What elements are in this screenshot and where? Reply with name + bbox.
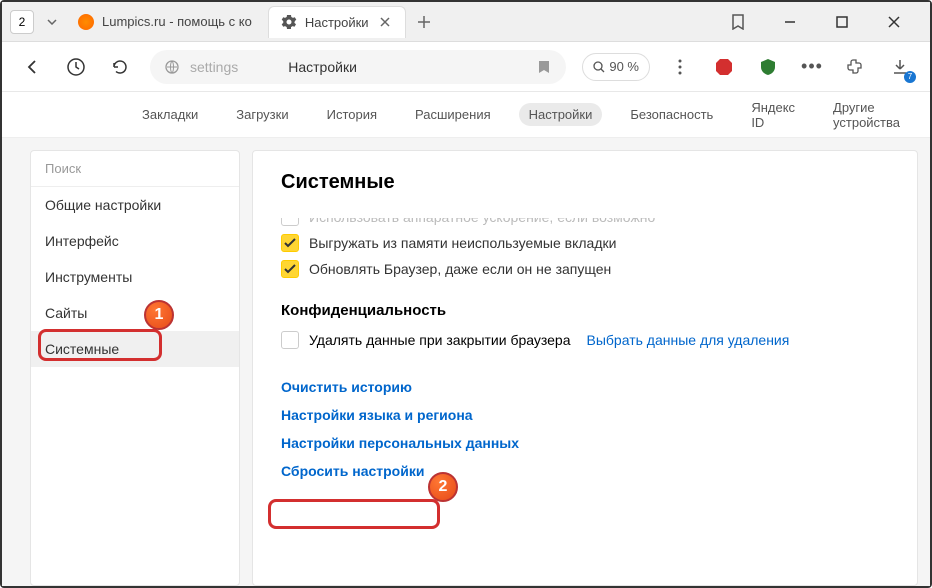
new-tab-button[interactable] (410, 8, 438, 36)
settings-tab-yandexid[interactable]: Яндекс ID (741, 96, 805, 134)
settings-tab-settings[interactable]: Настройки (519, 103, 603, 126)
content: Поиск Общие настройки Интерфейс Инструме… (2, 138, 930, 586)
tab-dropdown[interactable] (42, 12, 62, 32)
settings-tab-devices[interactable]: Другие устройства (823, 96, 914, 134)
bookmark-icon[interactable] (536, 59, 552, 75)
yandex-button[interactable] (62, 53, 90, 81)
more-icon[interactable]: ••• (798, 53, 826, 81)
checkbox-label: Использовать аппаратное ускорение, если … (309, 209, 655, 225)
settings-nav: Закладки Загрузки История Расширения Нас… (2, 92, 930, 138)
settings-tab-bookmarks[interactable]: Закладки (132, 103, 208, 126)
lumpics-favicon-icon (78, 14, 94, 30)
checkbox-label: Удалять данные при закрытии браузера (309, 332, 571, 348)
section-title-system: Системные (281, 171, 889, 194)
sidebar-item-general[interactable]: Общие настройки (31, 187, 239, 223)
download-badge: 7 (904, 71, 916, 83)
checkbox-icon[interactable] (281, 208, 299, 226)
section-title-privacy: Конфиденциальность (281, 302, 889, 319)
settings-tab-extensions[interactable]: Расширения (405, 103, 501, 126)
sidebar: Поиск Общие настройки Интерфейс Инструме… (30, 150, 240, 586)
link-reset-settings[interactable]: Сбросить настройки (281, 463, 424, 479)
tab-lumpics[interactable]: Lumpics.ru - помощь с ко (66, 6, 264, 38)
close-button[interactable] (878, 6, 910, 38)
settings-tab-history[interactable]: История (317, 103, 387, 126)
checkbox-row-unload: Выгружать из памяти неиспользуемые вклад… (281, 234, 889, 252)
tab-bar: 2 Lumpics.ru - помощь с ко Настройки (2, 2, 930, 42)
checkbox-icon[interactable] (281, 331, 299, 349)
reload-button[interactable] (106, 53, 134, 81)
toolbar: settings Настройки 90 % ••• 7 (2, 42, 930, 92)
page-title: Настройки (288, 59, 357, 75)
maximize-button[interactable] (826, 6, 858, 38)
bookmarks-icon[interactable] (722, 6, 754, 38)
shield-icon[interactable] (754, 53, 782, 81)
checkbox-label: Выгружать из памяти неиспользуемые вклад… (309, 235, 616, 251)
tab-title: Настройки (305, 15, 369, 30)
menu-dots[interactable] (666, 53, 694, 81)
gear-icon (281, 14, 297, 30)
extensions-icon[interactable] (842, 53, 870, 81)
sidebar-search[interactable]: Поиск (31, 151, 239, 187)
sidebar-item-sites[interactable]: Сайты (31, 295, 239, 331)
settings-panel: Системные Использовать аппаратное ускоре… (252, 150, 918, 586)
checkbox-row-hw: Использовать аппаратное ускорение, если … (281, 208, 889, 226)
sidebar-item-system[interactable]: Системные (31, 331, 239, 367)
link-personal-data[interactable]: Настройки персональных данных (281, 435, 519, 451)
tab-counter[interactable]: 2 (10, 10, 34, 34)
zoom-value: 90 % (609, 59, 639, 74)
settings-tab-downloads[interactable]: Загрузки (226, 103, 298, 126)
link-clear-history[interactable]: Очистить историю (281, 379, 412, 395)
minimize-button[interactable] (774, 6, 806, 38)
address-bar[interactable]: settings Настройки (150, 50, 566, 84)
link-language[interactable]: Настройки языка и региона (281, 407, 473, 423)
tab-title: Lumpics.ru - помощь с ко (102, 14, 252, 29)
back-button[interactable] (18, 53, 46, 81)
link-choose-data[interactable]: Выбрать данные для удаления (587, 332, 790, 348)
checkbox-icon[interactable] (281, 234, 299, 252)
checkbox-row-update: Обновлять Браузер, даже если он не запущ… (281, 260, 889, 278)
zoom-indicator[interactable]: 90 % (582, 53, 650, 81)
close-icon[interactable] (377, 14, 393, 30)
adblock-icon[interactable] (710, 53, 738, 81)
sidebar-item-tools[interactable]: Инструменты (31, 259, 239, 295)
tab-settings[interactable]: Настройки (268, 6, 406, 38)
downloads-icon[interactable]: 7 (886, 53, 914, 81)
checkbox-icon[interactable] (281, 260, 299, 278)
site-icon (164, 59, 180, 75)
checkbox-label: Обновлять Браузер, даже если он не запущ… (309, 261, 611, 277)
settings-tab-security[interactable]: Безопасность (620, 103, 723, 126)
address-text: settings (190, 59, 238, 75)
privacy-row: Удалять данные при закрытии браузера Выб… (281, 331, 889, 349)
sidebar-item-interface[interactable]: Интерфейс (31, 223, 239, 259)
